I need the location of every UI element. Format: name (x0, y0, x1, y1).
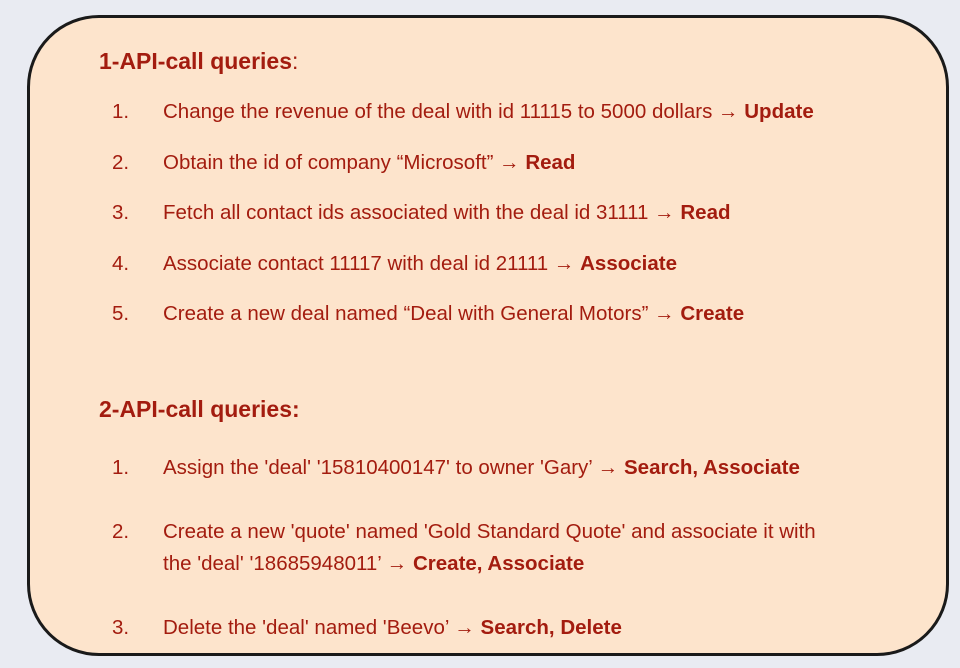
query-description: Change the revenue of the deal with id 1… (163, 100, 713, 123)
query-description: Delete the 'deal' named 'Beevo’ (163, 616, 449, 639)
query-description: Assign the 'deal' '15810400147' to owner… (163, 456, 593, 479)
api-operation: Search, Delete (480, 616, 622, 639)
item-text: Create a new 'quote' named 'Gold Standar… (163, 516, 816, 580)
arrow-icon: → (654, 201, 675, 224)
api-operation: Search, Associate (624, 456, 800, 479)
item-number: 1. (112, 456, 130, 479)
item-text: Create a new deal named “Deal with Gener… (163, 298, 744, 330)
api-operation: Associate (580, 252, 677, 275)
query-description: Create a new 'quote' named 'Gold Standar… (163, 520, 816, 543)
section-title-text: 2-API-call queries (99, 396, 293, 422)
arrow-icon: → (553, 252, 575, 275)
query-description-continued: the 'deal' '18685948011’ (163, 552, 382, 575)
section-title-text: 1-API-call queries (99, 48, 293, 74)
api-operation: Create, Associate (412, 552, 585, 575)
section-title-2-api-call: 2-API-call queries: (99, 396, 300, 423)
item-number: 3. (112, 201, 130, 224)
arrow-icon: → (654, 302, 675, 325)
item-number: 5. (112, 302, 130, 325)
item-text: Obtain the id of company “Microsoft” → R… (163, 147, 575, 179)
item-number: 4. (112, 252, 130, 275)
item-text: Change the revenue of the deal with id 1… (163, 96, 814, 128)
arrow-icon: → (597, 456, 619, 479)
arrow-icon: → (386, 552, 408, 575)
query-card: 1-API-call queries: 1. Change the revenu… (27, 15, 949, 656)
arrow-icon: → (454, 616, 475, 639)
item-text: Delete the 'deal' named 'Beevo’ → Search… (163, 612, 622, 644)
api-operation: Read (525, 151, 576, 174)
api-operation: Update (744, 100, 814, 123)
query-description: Obtain the id of company “Microsoft” (163, 151, 494, 174)
item-text: Fetch all contact ids associated with th… (163, 197, 731, 229)
query-description: Fetch all contact ids associated with th… (163, 201, 649, 224)
arrow-icon: → (718, 100, 739, 123)
item-text: Associate contact 11117 with deal id 211… (163, 248, 677, 280)
api-operation: Read (680, 201, 731, 224)
section-title-colon: : (292, 48, 299, 74)
item-number: 1. (112, 100, 130, 123)
query-description: Associate contact 11117 with deal id 211… (163, 252, 549, 275)
query-description: Create a new deal named “Deal with Gener… (163, 302, 649, 325)
section-title-1-api-call: 1-API-call queries: (99, 48, 298, 75)
api-operation: Create (680, 302, 745, 325)
arrow-icon: → (499, 151, 520, 174)
item-number: 2. (112, 520, 130, 543)
item-number: 2. (112, 151, 130, 174)
item-text: Assign the 'deal' '15810400147' to owner… (163, 452, 800, 484)
section-title-colon: : (292, 396, 300, 422)
item-number: 3. (112, 616, 130, 639)
